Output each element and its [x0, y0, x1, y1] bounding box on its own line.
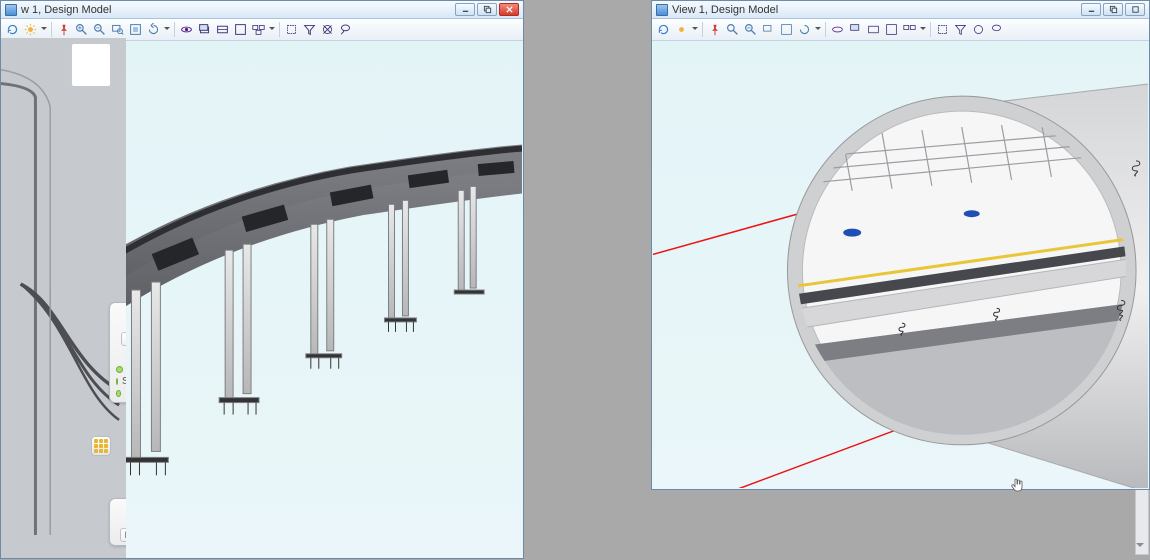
zoom-out-icon[interactable]	[742, 21, 759, 38]
graph-canvas[interactable]: tra BS ExtractRegion ⌄ OriginalCurve Sta…	[1, 38, 126, 558]
zoom-window-icon[interactable]	[109, 21, 126, 38]
sun-icon[interactable]	[22, 21, 39, 38]
toolbar-separator	[930, 22, 931, 37]
pan-icon[interactable]	[196, 21, 213, 38]
frame-all-icon[interactable]	[250, 21, 267, 38]
zoom-dropdown[interactable]	[163, 21, 171, 38]
node-profile-cs[interactable]: profileCSsTrack CoordinateSystem ByUnive…	[109, 498, 126, 546]
toolbar-separator	[51, 22, 52, 37]
hand-cursor-icon	[1010, 477, 1026, 493]
display-style-dropdown[interactable]	[691, 21, 699, 38]
crossing-icon[interactable]	[970, 21, 987, 38]
pushpin-icon[interactable]	[706, 21, 723, 38]
maximize-button[interactable]	[477, 3, 497, 16]
window-title-right: View 1, Design Model	[672, 4, 1077, 16]
crossing-icon[interactable]	[319, 21, 336, 38]
rotate-view-icon[interactable]	[145, 21, 162, 38]
port-label: StartPointOfR...	[122, 376, 126, 387]
walk-icon[interactable]	[214, 21, 231, 38]
restore-button[interactable]	[1125, 3, 1145, 16]
pushpin-icon[interactable]	[55, 21, 72, 38]
node-method-button[interactable]: ExtractRegion	[121, 332, 126, 346]
graph-mini-panel[interactable]	[71, 43, 111, 87]
titlebar-right: View 1, Design Model	[652, 1, 1149, 19]
app-icon	[5, 4, 17, 16]
window-title-left: w 1, Design Model	[21, 4, 451, 16]
graph-panel: Graph ▾ ▪ ✕ tra BS ExtractRegion ⌄ O	[0, 0, 127, 559]
walk-icon[interactable]	[865, 21, 882, 38]
close-button[interactable]	[499, 3, 519, 16]
zoom-in-icon[interactable]	[73, 21, 90, 38]
node-title: profileCSsTrack	[116, 501, 126, 513]
toolbar-separator	[174, 22, 175, 37]
toolbar-separator	[825, 22, 826, 37]
toolbar-separator	[279, 22, 280, 37]
zoom-window-icon[interactable]	[760, 21, 777, 38]
rotate-view-icon[interactable]	[796, 21, 813, 38]
frame-icon[interactable]	[883, 21, 900, 38]
titlebar-left: w 1, Design Model	[1, 1, 523, 19]
funnel-icon[interactable]	[952, 21, 969, 38]
view-dropdown[interactable]	[268, 21, 276, 38]
port-dot-icon[interactable]	[116, 366, 123, 373]
refresh-icon[interactable]	[655, 21, 672, 38]
app-icon	[656, 4, 668, 16]
view-dropdown[interactable]	[919, 21, 927, 38]
viewport-panel-right: View 1, Design Model	[651, 0, 1150, 490]
select-icon[interactable]	[283, 21, 300, 38]
sun-icon[interactable]	[673, 21, 690, 38]
view-toolbar-right	[652, 19, 1149, 41]
viewport-3d-right[interactable]	[653, 41, 1148, 488]
port-dot-icon[interactable]	[116, 390, 121, 397]
fit-view-icon[interactable]	[127, 21, 144, 38]
node-subtitle: CoordinateSystem	[116, 514, 126, 524]
zoom-in-icon[interactable]	[724, 21, 741, 38]
node-track-segment[interactable]: tra BS ExtractRegion ⌄ OriginalCurve Sta…	[109, 302, 126, 403]
node-title: tra	[116, 305, 126, 317]
minimize-button[interactable]	[1081, 3, 1101, 16]
node-grid-chip-icon[interactable]	[91, 436, 111, 456]
display-style-dropdown[interactable]	[40, 21, 48, 38]
orbit-icon[interactable]	[829, 21, 846, 38]
fit-view-icon[interactable]	[778, 21, 795, 38]
funnel-icon[interactable]	[301, 21, 318, 38]
node-subtitle: BS	[116, 318, 126, 328]
node-method-button[interactable]: ByUniversalTransform	[120, 528, 126, 542]
orbit-icon[interactable]	[178, 21, 195, 38]
lasso-icon[interactable]	[337, 21, 354, 38]
port-dot-icon[interactable]	[116, 378, 118, 385]
zoom-out-icon[interactable]	[91, 21, 108, 38]
pan-icon[interactable]	[847, 21, 864, 38]
frame-icon[interactable]	[232, 21, 249, 38]
toolbar-separator	[702, 22, 703, 37]
frame-all-icon[interactable]	[901, 21, 918, 38]
port-label: EndPointOfR...	[125, 388, 126, 399]
maximize-button[interactable]	[1103, 3, 1123, 16]
zoom-dropdown[interactable]	[814, 21, 822, 38]
refresh-icon[interactable]	[4, 21, 21, 38]
select-icon[interactable]	[934, 21, 951, 38]
minimize-button[interactable]	[455, 3, 475, 16]
lasso-icon[interactable]	[988, 21, 1005, 38]
